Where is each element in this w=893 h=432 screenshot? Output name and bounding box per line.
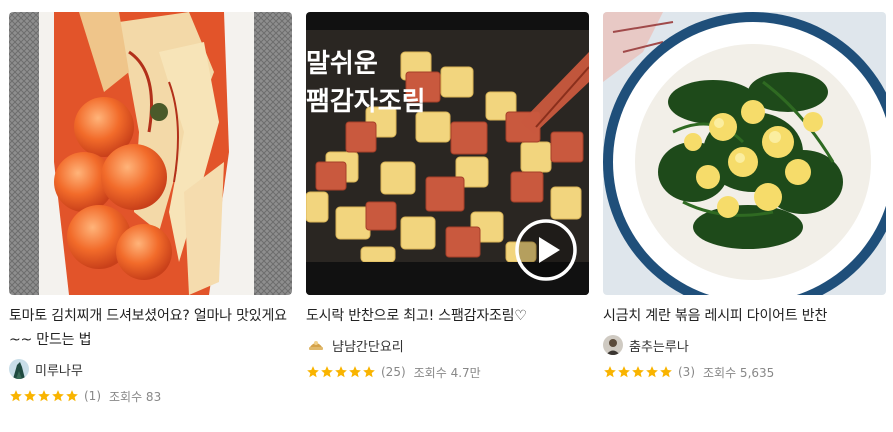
recipe-title[interactable]: 도시락 반찬으로 최고! 스팸감자조림♡ — [306, 304, 589, 328]
star-icon — [321, 366, 333, 378]
view-count: 조회수 4.7만 — [413, 365, 481, 380]
star-icon — [307, 366, 319, 378]
recipe-thumbnail[interactable]: 말쉬운 팸감자조림 — [306, 12, 589, 295]
kimchi-photo — [9, 12, 292, 295]
review-count: (1) — [84, 389, 101, 403]
rating-stars — [9, 389, 79, 403]
recipe-author[interactable]: 춤추는루나 — [603, 334, 886, 356]
author-name: 냠냠간단요리 — [332, 339, 404, 355]
view-count: 조회수 83 — [109, 389, 162, 404]
star-icon — [10, 390, 22, 402]
play-icon[interactable] — [515, 219, 577, 281]
recipe-author[interactable]: 냠냠간단요리 — [306, 334, 589, 356]
star-icon — [363, 366, 375, 378]
star-icon — [632, 366, 644, 378]
star-icon — [335, 366, 347, 378]
review-count: (25) — [381, 365, 406, 379]
recipe-card[interactable]: 시금치 계란 볶음 레시피 다이어트 반찬 춤추는루나 (3) 조회수 5,63… — [603, 12, 886, 382]
recipe-thumbnail[interactable] — [603, 12, 886, 295]
rating-stars — [603, 365, 673, 379]
thumbnail-caption-line2: 팸감자조림 — [306, 87, 426, 117]
star-icon — [604, 366, 616, 378]
recipe-thumbnail[interactable] — [9, 12, 292, 295]
recipe-title[interactable]: 시금치 계란 볶음 레시피 다이어트 반찬 — [603, 304, 886, 328]
recipe-meta: (25) 조회수 4.7만 — [306, 362, 589, 382]
view-count: 조회수 5,635 — [703, 365, 775, 380]
star-icon — [38, 390, 50, 402]
star-icon — [349, 366, 361, 378]
star-icon — [660, 366, 672, 378]
recipe-card[interactable]: 말쉬운 팸감자조림 도시락 반찬으로 최고! 스팸감자조림♡ 냠냠간단요리 (2… — [306, 12, 589, 382]
star-icon — [66, 390, 78, 402]
recipe-meta: (1) 조회수 83 — [9, 386, 292, 406]
recipe-title[interactable]: 토마토 김치찌개 드셔보셨어요? 얼마나 맛있게요~~ 만드는 법 — [9, 304, 292, 352]
review-count: (3) — [678, 365, 695, 379]
author-name: 미루나무 — [35, 363, 83, 379]
star-icon — [24, 390, 36, 402]
avatar — [9, 359, 29, 379]
thumbnail-caption-line1: 말쉬운 — [306, 49, 378, 79]
recipe-card[interactable]: 토마토 김치찌개 드셔보셨어요? 얼마나 맛있게요~~ 만드는 법 미루나무 (… — [9, 12, 292, 406]
recipe-author[interactable]: 미루나무 — [9, 358, 292, 380]
star-icon — [646, 366, 658, 378]
avatar — [603, 335, 623, 355]
spinach-egg-photo — [603, 12, 886, 295]
recipe-grid: 토마토 김치찌개 드셔보셨어요? 얼마나 맛있게요~~ 만드는 법 미루나무 (… — [0, 0, 893, 432]
avatar — [306, 335, 326, 355]
star-icon — [52, 390, 64, 402]
rating-stars — [306, 365, 376, 379]
recipe-meta: (3) 조회수 5,635 — [603, 362, 886, 382]
star-icon — [618, 366, 630, 378]
author-name: 춤추는루나 — [629, 339, 689, 355]
